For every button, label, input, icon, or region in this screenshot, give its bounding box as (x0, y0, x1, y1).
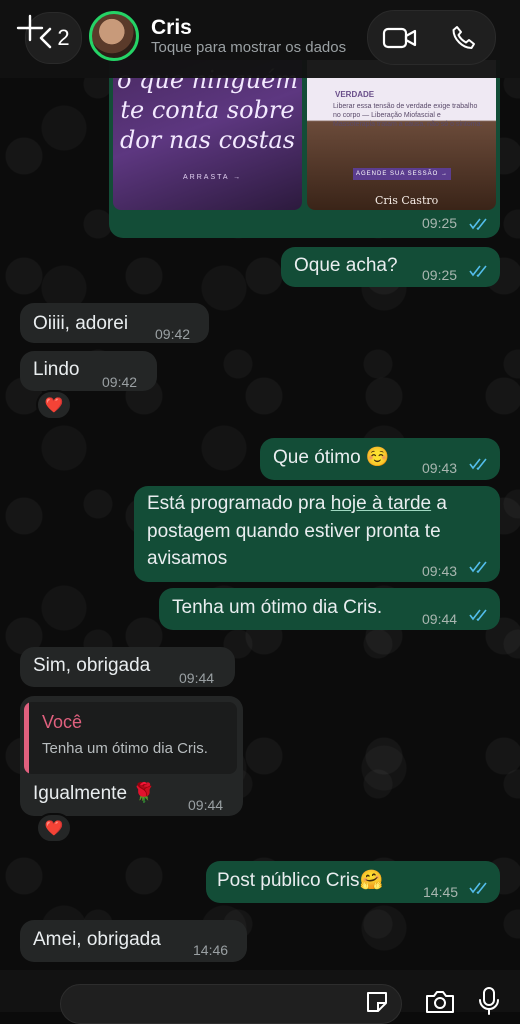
incoming-message[interactable]: Amei, obrigada 14:46 (20, 920, 247, 962)
camera-icon[interactable] (424, 989, 456, 1015)
message-text-line: avisamos (147, 548, 228, 569)
message-text-line: postagem quando estiver pronta te (147, 521, 441, 542)
sticker-icon[interactable] (364, 989, 390, 1015)
image-headline-2: te conta sobre (120, 96, 295, 124)
read-ticks-icon (469, 882, 487, 894)
message-time: 09:43 (422, 460, 458, 476)
image-headline-3: dor nas costas (119, 126, 296, 154)
message-input[interactable] (60, 984, 402, 1024)
unread-count: 2 (57, 25, 70, 50)
quote-author: Você (42, 712, 83, 732)
shared-image-right[interactable]: VERDADE Liberar essa tensão de verdade e… (307, 60, 496, 210)
incoming-message[interactable]: Oiiii, adorei 09:42 (20, 303, 209, 343)
message-text: Sim, obrigada (33, 655, 151, 676)
message-text-part: a (431, 493, 447, 514)
message-time: 14:46 (193, 942, 229, 958)
outgoing-message[interactable]: Que ótimo ☺️ 09:43 (260, 438, 500, 480)
image-swipe-hint: ARRASTA → (183, 174, 243, 181)
message-text: Amei, obrigada (33, 929, 161, 950)
image-cta: AGENDE SUA SESSÃO → (353, 168, 451, 180)
read-ticks-icon (469, 265, 487, 277)
image-label: VERDADE (335, 90, 375, 99)
video-camera-icon (382, 27, 416, 48)
message-text: Oque acha? (294, 255, 398, 276)
video-call-button[interactable] (368, 11, 431, 64)
message-time: 09:44 (422, 611, 458, 627)
message-time: 14:45 (423, 884, 459, 900)
heart-reaction[interactable]: ❤️ (36, 390, 72, 420)
call-actions (367, 10, 496, 65)
contact-name[interactable]: Cris (151, 16, 192, 40)
read-ticks-icon (469, 458, 487, 470)
message-time: 09:43 (422, 563, 458, 579)
message-text: Oiiii, adorei (33, 313, 129, 334)
message-text: Lindo (33, 359, 80, 380)
message-time: 09:44 (179, 670, 215, 686)
incoming-message[interactable]: Lindo 09:42 (20, 351, 157, 391)
date-link[interactable]: hoje à tarde (331, 493, 431, 514)
phone-icon (452, 25, 475, 49)
message-time: 09:42 (102, 374, 138, 390)
message-time: 09:25 (422, 267, 458, 283)
quote-text: Tenha um ótimo dia Cris. (42, 740, 208, 757)
read-ticks-icon (469, 561, 487, 573)
message-time: 09:42 (155, 326, 191, 342)
message-text: Post público Cris🤗 (217, 870, 384, 891)
voice-call-button[interactable] (432, 11, 495, 64)
heart-reaction[interactable]: ❤️ (36, 813, 72, 843)
message-text: Tenha um ótimo dia Cris. (172, 597, 383, 618)
message-text: Igualmente 🌹 (33, 783, 156, 804)
quote-accent-bar (24, 702, 29, 774)
image-paragraph: Liberar essa tensão de verdade exige tra… (333, 103, 483, 128)
message-time: 09:44 (188, 797, 224, 813)
contact-info-hint[interactable]: Toque para mostrar os dados (151, 39, 351, 56)
image-brand: Cris Castro (375, 194, 439, 207)
outgoing-message[interactable]: Post público Cris🤗 14:45 (206, 861, 500, 903)
read-ticks-icon (469, 218, 487, 230)
plus-icon[interactable] (16, 14, 44, 42)
incoming-message[interactable]: Sim, obrigada 09:44 (20, 647, 235, 687)
contact-avatar[interactable] (89, 11, 139, 61)
message-time: 09:25 (422, 215, 458, 231)
outgoing-message[interactable]: Oque acha? 09:25 (281, 247, 500, 287)
outgoing-message[interactable]: Tenha um ótimo dia Cris. 09:44 (159, 588, 500, 630)
quoted-message[interactable]: Você Tenha um ótimo dia Cris. (24, 702, 237, 774)
message-text-part: Está programado pra (147, 493, 331, 514)
read-ticks-icon (469, 609, 487, 621)
shared-image-left[interactable]: o que ninguém te conta sobre dor nas cos… (113, 60, 302, 210)
outgoing-message[interactable]: Está programado pra hoje à tarde a posta… (134, 486, 500, 582)
chat-header: 2 Cris Toque para mostrar os dados (0, 0, 520, 78)
message-text-line: Está programado pra hoje à tarde a (147, 492, 447, 516)
message-text: Que ótimo ☺️ (273, 447, 390, 468)
